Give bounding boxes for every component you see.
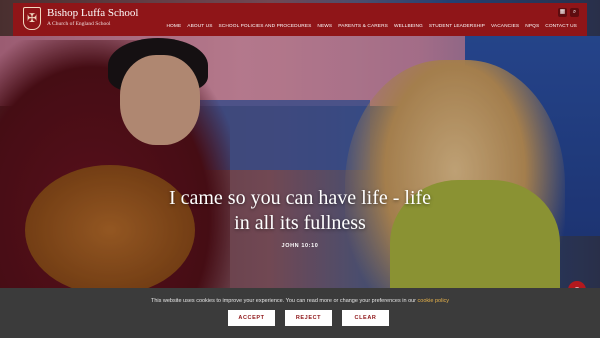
crest-icon[interactable]: ✠ [23,7,41,30]
site-header: ✠ Bishop Luffa School A Church of Englan… [13,3,587,36]
school-subtitle: A Church of England School [47,21,111,27]
nav-contact-us[interactable]: CONTACT US [545,24,577,29]
nav-student-leadership[interactable]: STUDENT LEADERSHIP [429,24,485,29]
nav-npqs[interactable]: NPQS [525,24,539,29]
cookie-text: This website uses cookies to improve you… [150,298,417,304]
header-icons: ▦ ⌕ [558,8,579,17]
main-nav: HOME ABOUT US SCHOOL POLICIES AND PROCED… [166,24,577,29]
nav-news[interactable]: NEWS [317,24,332,29]
accept-button[interactable]: ACCEPT [228,310,275,326]
reject-button[interactable]: REJECT [285,310,332,326]
cookie-banner: This website uses cookies to improve you… [0,288,600,338]
hero-citation: JOHN 10:10 [281,243,319,249]
school-name[interactable]: Bishop Luffa School [47,7,138,19]
cookie-policy-link[interactable]: cookie policy [418,298,450,304]
calendar-icon[interactable]: ▦ [558,8,567,17]
hero-quote: I came so you can have life - life in al… [168,187,432,234]
nav-school-policies[interactable]: SCHOOL POLICIES AND PROCEDURES [219,24,312,29]
nav-vacancies[interactable]: VACANCIES [491,24,519,29]
nav-home[interactable]: HOME [166,24,181,29]
cookie-message: This website uses cookies to improve you… [0,298,600,304]
nav-about-us[interactable]: ABOUT US [187,24,212,29]
search-icon[interactable]: ⌕ [570,8,579,17]
nav-wellbeing[interactable]: WELLBEING [394,24,423,29]
nav-parents-carers[interactable]: PARENTS & CARERS [338,24,388,29]
clear-button[interactable]: CLEAR [342,310,389,326]
cookie-buttons: ACCEPT REJECT CLEAR [228,310,389,326]
